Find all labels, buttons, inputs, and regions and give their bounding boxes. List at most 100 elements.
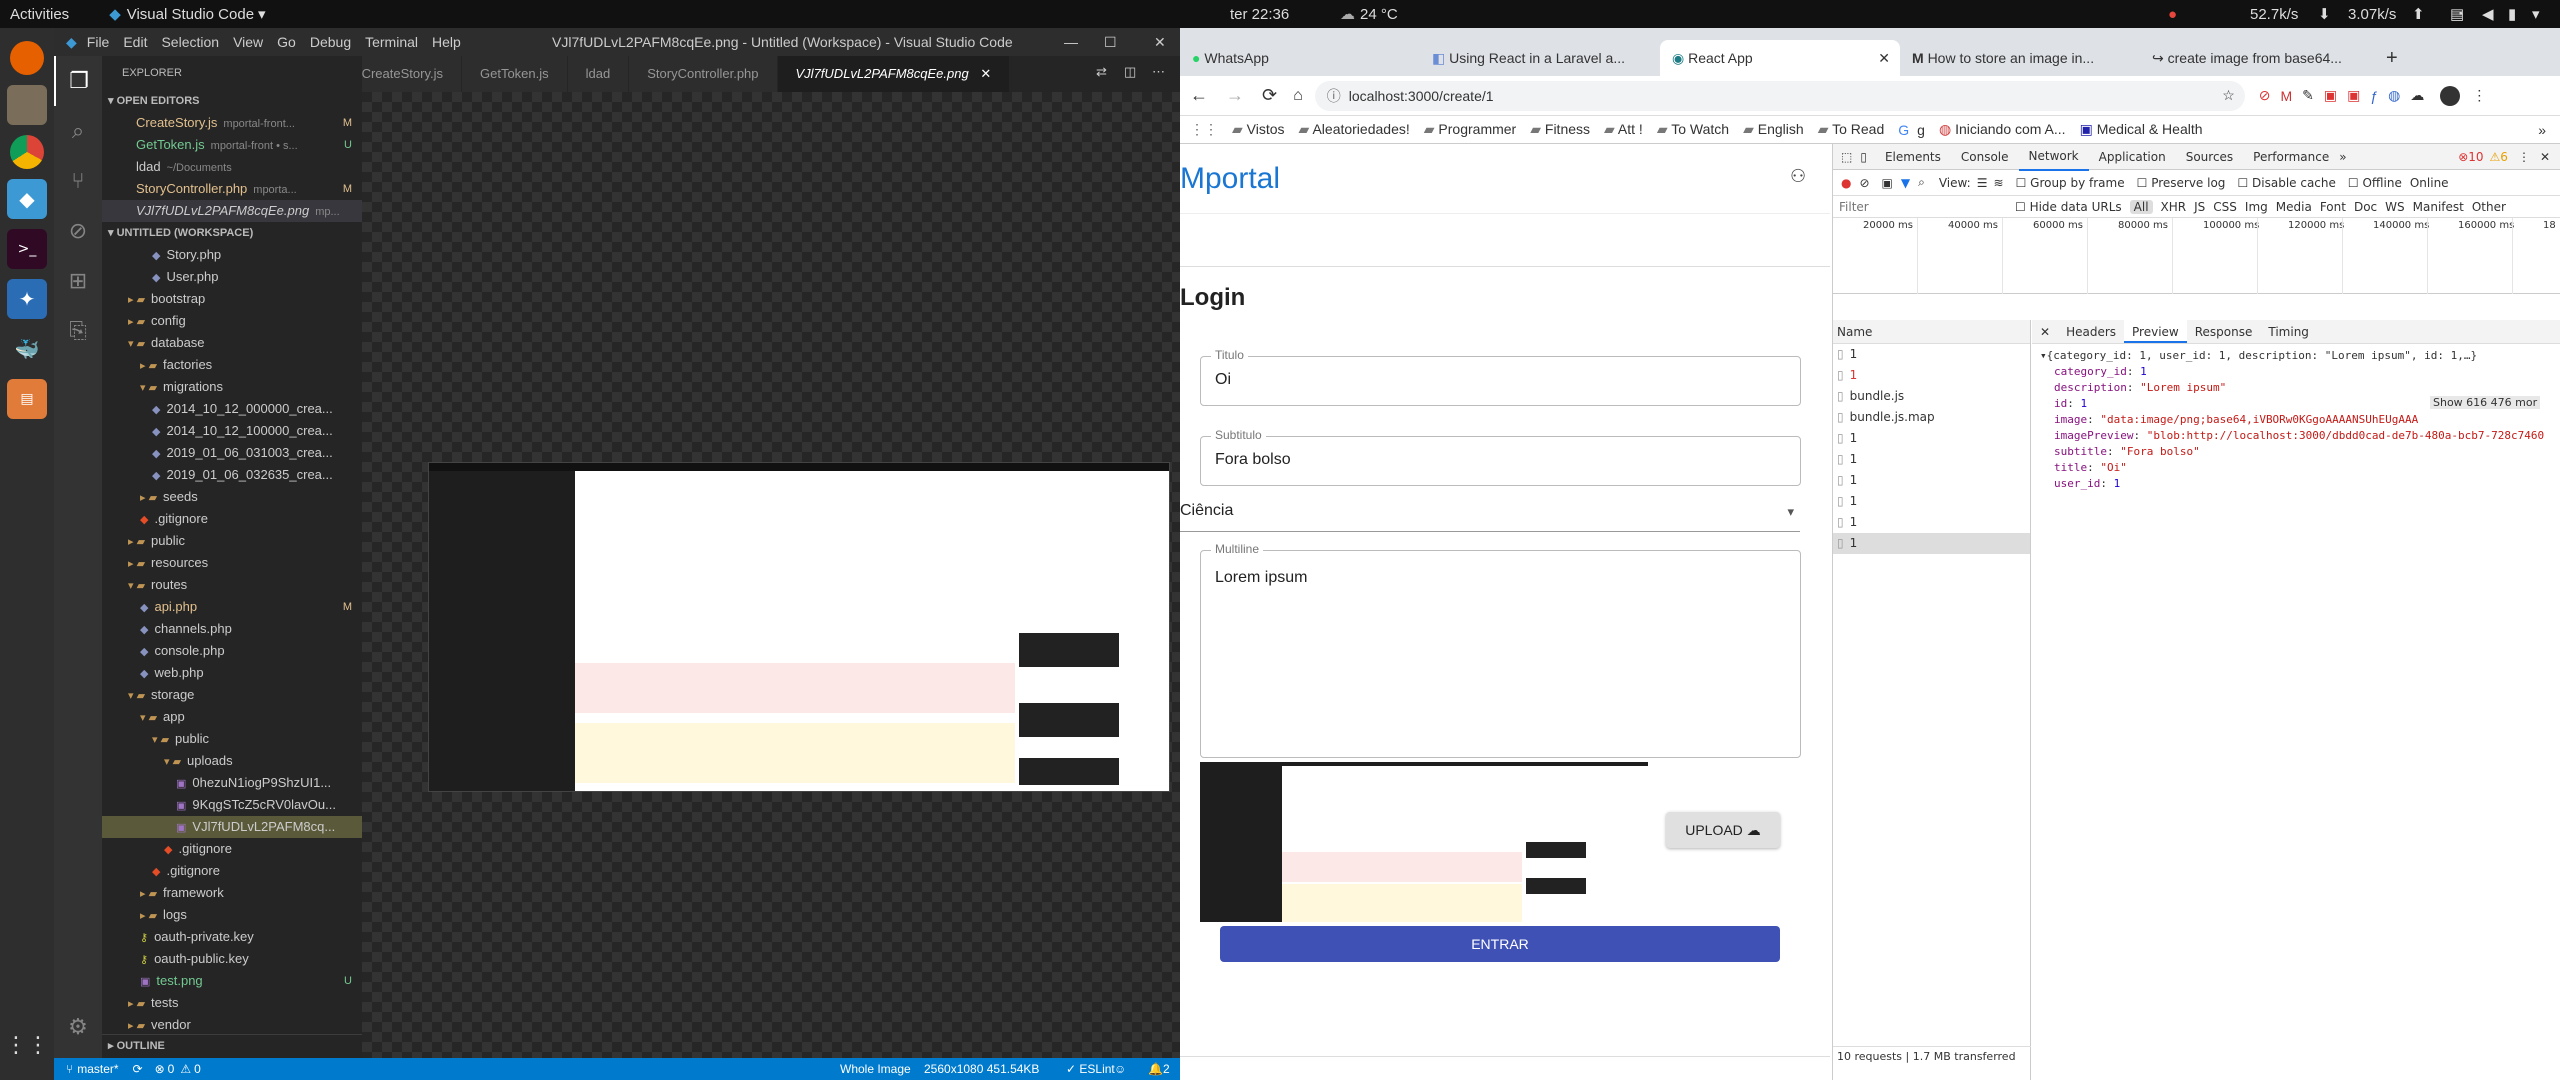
back-icon[interactable]: ←: [1190, 85, 1208, 106]
more-bookmarks-icon[interactable]: »: [2538, 122, 2546, 138]
tree-item[interactable]: ▸ ▰ seeds: [102, 486, 362, 508]
close-icon[interactable]: ✕: [2540, 150, 2550, 164]
tab-ldad[interactable]: ldad: [567, 56, 630, 92]
open-editors-header[interactable]: ▾ OPEN EDITORS: [102, 90, 362, 112]
bell-icon[interactable]: 🔔2: [1148, 1062, 1170, 1076]
tree-item[interactable]: ▸ ▰ resources: [102, 552, 362, 574]
extension-icon[interactable]: ◍: [2388, 87, 2400, 104]
inspect-icon[interactable]: ⬚: [1841, 150, 1852, 164]
tab-sources[interactable]: Sources: [2176, 144, 2243, 170]
json-property[interactable]: subtitle: "Fora bolso": [2040, 444, 2553, 460]
tab-preview[interactable]: Preview: [2124, 320, 2187, 343]
bookmark-english[interactable]: ▰ English: [1743, 121, 1804, 138]
request-row[interactable]: ▯ 1: [1833, 449, 2030, 470]
close-icon[interactable]: ✕: [1878, 40, 1890, 76]
extension-icon[interactable]: ⊘: [2259, 87, 2271, 104]
request-row[interactable]: ▯ 1: [1833, 512, 2030, 533]
request-row[interactable]: ▯ 1: [1833, 470, 2030, 491]
type-xhr[interactable]: XHR: [2161, 200, 2187, 214]
tab-gettoken[interactable]: GetToken.js: [462, 56, 568, 92]
tree-item[interactable]: ▸ ▰ framework: [102, 882, 362, 904]
camera-icon[interactable]: ▣: [1882, 176, 1893, 190]
warning-count[interactable]: 0: [194, 1062, 201, 1076]
settings-gear-icon[interactable]: ⚙: [54, 1002, 102, 1052]
tab-react-app[interactable]: ◉ React App ✕: [1660, 40, 1900, 76]
info-icon[interactable]: ⓘ: [1327, 86, 1341, 106]
split-editor-icon[interactable]: ◫: [1124, 64, 1136, 80]
json-summary[interactable]: ▾{category_id: 1, user_id: 1, descriptio…: [2040, 348, 2553, 364]
error-icon[interactable]: ⊗: [155, 1062, 165, 1076]
tab-create-image[interactable]: ↪ create image from base64...: [2140, 40, 2380, 76]
open-editor-item[interactable]: CreateStory.js mportal-front... M: [102, 112, 362, 134]
json-property[interactable]: imagePreview: "blob:http://localhost:300…: [2040, 428, 2553, 444]
filter-icon[interactable]: ▼: [1901, 176, 1910, 190]
tree-item[interactable]: ⚷ oauth-public.key: [102, 948, 362, 970]
json-property[interactable]: user_id: 1: [2040, 476, 2553, 492]
app-menu[interactable]: ◆ Visual Studio Code ▾: [109, 5, 265, 24]
tab-performance[interactable]: Performance: [2243, 144, 2339, 170]
bookmark-to-read[interactable]: ▰ To Read: [1818, 121, 1885, 138]
type-doc[interactable]: Doc: [2354, 200, 2377, 214]
tab-application[interactable]: Application: [2089, 144, 2176, 170]
preserve-log-checkbox[interactable]: ☐ Preserve log: [2137, 176, 2226, 190]
tab-timing[interactable]: Timing: [2260, 320, 2317, 343]
clear-icon[interactable]: ⊘: [1859, 176, 1869, 190]
tree-item[interactable]: ▸ ▰ tests: [102, 992, 362, 1014]
tab-response[interactable]: Response: [2187, 320, 2261, 343]
tree-item[interactable]: ▸ ▰ bootstrap: [102, 288, 362, 310]
more-tabs-icon[interactable]: »: [2339, 150, 2346, 164]
list-view-icon[interactable]: ☰: [1977, 176, 1988, 190]
apps-icon[interactable]: ⋮⋮: [1190, 121, 1218, 138]
tree-item[interactable]: ◆ api.php M: [102, 596, 362, 618]
extension-icon[interactable]: ☁: [2410, 87, 2424, 104]
bookmark-iniciando[interactable]: ◍ Iniciando com A...: [1939, 121, 2066, 138]
tree-item[interactable]: ◆ User.php: [102, 266, 362, 288]
files-icon[interactable]: [7, 85, 47, 125]
multiline-field[interactable]: Multiline Lorem ipsum: [1200, 542, 1801, 758]
menu-help[interactable]: Help: [432, 34, 461, 50]
type-media[interactable]: Media: [2276, 200, 2312, 214]
category-select[interactable]: Ciência ▾: [1180, 502, 1800, 532]
network-timeline[interactable]: 20000 ms 40000 ms 60000 ms 80000 ms 100000 m…: [1833, 218, 2560, 294]
sync-icon[interactable]: ⟳: [133, 1062, 143, 1076]
show-more-button[interactable]: Show 616 476 mor: [2430, 396, 2541, 409]
filter-input[interactable]: [1839, 199, 2009, 214]
tree-item[interactable]: ◆ .gitignore: [102, 838, 362, 860]
extensions-icon[interactable]: ⊞: [54, 256, 102, 306]
bookmark-medical[interactable]: ▣ Medical & Health: [2080, 121, 2203, 138]
open-editor-item[interactable]: GetToken.js mportal-front • s... U: [102, 134, 362, 156]
activities-button[interactable]: Activities: [10, 6, 69, 23]
json-property[interactable]: title: "Oi": [2040, 460, 2553, 476]
bookmark-vistos[interactable]: ▰ Vistos: [1232, 121, 1285, 138]
show-apps-icon[interactable]: ⋮⋮: [5, 1025, 49, 1065]
debug-icon[interactable]: ⊘: [54, 206, 102, 256]
chrome-icon[interactable]: [10, 135, 44, 169]
titulo-field[interactable]: Titulo Oi: [1200, 348, 1801, 406]
system-menu-icon[interactable]: ▾: [2532, 5, 2540, 23]
type-ws[interactable]: WS: [2385, 200, 2404, 214]
request-row[interactable]: ▯ 1: [1833, 365, 2030, 386]
tree-item[interactable]: ◆ .gitignore: [102, 508, 362, 530]
brand[interactable]: Mportal: [1180, 162, 1280, 196]
eslint-status[interactable]: ✓ ESLint: [1066, 1062, 1115, 1076]
avatar[interactable]: [2440, 85, 2461, 106]
tree-item[interactable]: ⚷ oauth-private.key: [102, 926, 362, 948]
star-icon[interactable]: ☆: [2222, 87, 2235, 104]
tree-item[interactable]: ▣ VJl7fUDLvL2PAFM8cq...: [102, 816, 362, 838]
menu-file[interactable]: File: [87, 34, 110, 50]
tree-item[interactable]: ◆ Story.php: [102, 244, 362, 266]
tree-item[interactable]: ▾ ▰ uploads: [102, 750, 362, 772]
hide-data-urls-checkbox[interactable]: ☐ Hide data URLs: [2015, 200, 2122, 214]
menu-terminal[interactable]: Terminal: [365, 34, 418, 50]
request-row[interactable]: ▯ 1: [1833, 491, 2030, 512]
open-editor-item[interactable]: ldad ~/Documents: [102, 156, 362, 178]
bookmark-to-watch[interactable]: ▰ To Watch: [1657, 121, 1729, 138]
search-icon[interactable]: ⌕: [54, 106, 102, 156]
extension-icon[interactable]: ▣: [2324, 87, 2337, 104]
json-property[interactable]: image: "data:image/png;base64,iVBORw0KGg…: [2040, 412, 2553, 428]
tree-item[interactable]: ◆ web.php: [102, 662, 362, 684]
menu-selection[interactable]: Selection: [161, 34, 219, 50]
open-changes-icon[interactable]: ⋯: [1152, 64, 1165, 80]
remote-icon[interactable]: ⎘: [54, 306, 102, 356]
document-icon[interactable]: ▤: [7, 379, 47, 419]
